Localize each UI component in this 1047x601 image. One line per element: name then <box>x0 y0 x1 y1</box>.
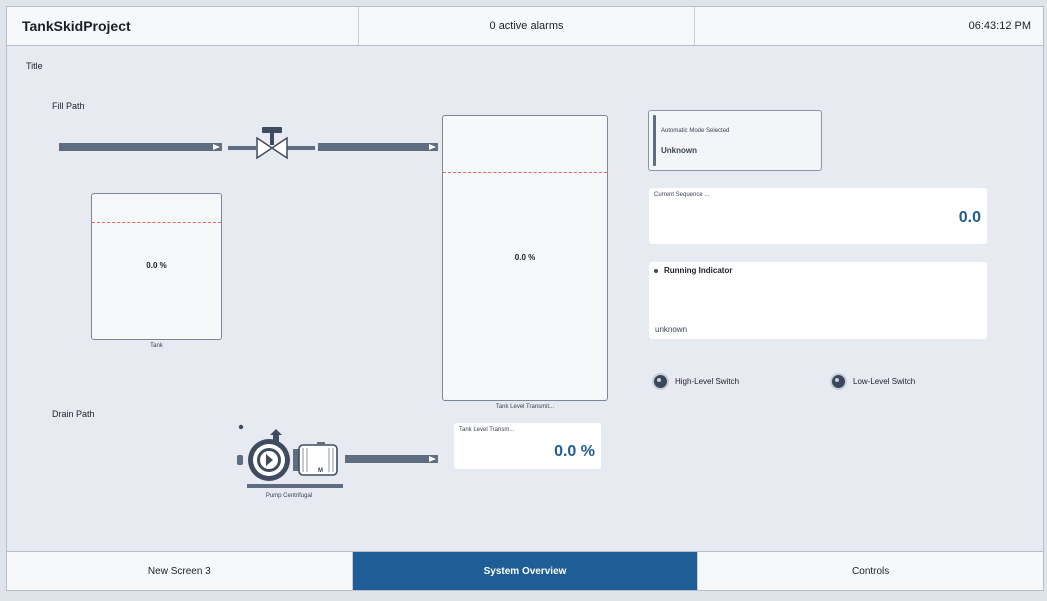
switch-knob-icon <box>652 373 669 390</box>
tank-small-value: 0.0 % <box>146 261 167 270</box>
screen-title: Title <box>26 61 43 71</box>
flow-arrow-icon <box>429 144 436 150</box>
automatic-mode-value: Unknown <box>661 146 697 155</box>
status-dot-icon <box>654 269 658 273</box>
current-sequence-label: Current Sequence ... <box>654 192 710 198</box>
automatic-mode-card[interactable]: Automatic Mode Selected Unknown <box>648 110 822 171</box>
automatic-mode-label: Automatic Mode Selected <box>661 128 730 134</box>
running-indicator-label: Running Indicator <box>664 266 733 275</box>
running-indicator-value: unknown <box>655 325 688 334</box>
tank-small-caption: Tank <box>150 343 163 349</box>
fill-pipe-inlet <box>59 143 222 151</box>
high-level-switch[interactable]: High-Level Switch <box>652 373 739 390</box>
valve-icon[interactable] <box>228 125 316 163</box>
tank-large[interactable]: 0.0 % <box>442 115 608 401</box>
mode-indicator-bar <box>653 115 656 166</box>
low-level-switch[interactable]: Low-Level Switch <box>830 373 915 390</box>
current-sequence-card[interactable]: Current Sequence ... 0.0 <box>649 188 987 244</box>
footer-nav: New Screen 3 System Overview Controls <box>7 551 1043 590</box>
fill-pipe-outlet <box>318 143 438 151</box>
setpoint-line <box>92 222 221 223</box>
header-bar: TankSkidProject 0 active alarms 06:43:12… <box>7 7 1043 46</box>
pump-caption: Pump Centrifugal <box>265 493 313 499</box>
tab-new-screen-3[interactable]: New Screen 3 <box>7 552 353 590</box>
tank-level-card-value: 0.0 % <box>554 443 595 460</box>
fill-path-label: Fill Path <box>52 101 85 111</box>
low-level-switch-label: Low-Level Switch <box>853 377 916 386</box>
tank-level-card[interactable]: Tank Level Transm... 0.0 % <box>454 423 601 469</box>
tank-large-value: 0.0 % <box>514 253 536 262</box>
tank-level-card-label: Tank Level Transm... <box>459 427 515 433</box>
tank-small[interactable]: 0.0 % <box>91 193 222 340</box>
flow-arrow-icon <box>213 144 220 150</box>
drain-pipe <box>345 455 438 463</box>
current-sequence-value: 0.0 <box>958 209 981 226</box>
setpoint-line <box>443 172 607 173</box>
flow-arrow-icon <box>429 456 436 462</box>
hmi-window: TankSkidProject 0 active alarms 06:43:12… <box>6 6 1044 591</box>
pump-motor-label: M <box>318 468 323 474</box>
running-indicator-card[interactable]: Running Indicator unknown <box>649 262 987 339</box>
tank-large-caption: Tank Level Transmit... <box>495 404 555 410</box>
high-level-switch-label: High-Level Switch <box>675 377 740 386</box>
project-name: TankSkidProject <box>7 7 359 45</box>
clock: 06:43:12 PM <box>968 20 1032 32</box>
switch-knob-icon <box>830 373 847 390</box>
tab-system-overview[interactable]: System Overview <box>352 552 699 590</box>
alarm-summary[interactable]: 0 active alarms <box>359 7 696 45</box>
centrifugal-pump-icon[interactable] <box>233 421 343 501</box>
tab-controls[interactable]: Controls <box>698 552 1043 590</box>
drain-path-label: Drain Path <box>52 409 95 419</box>
